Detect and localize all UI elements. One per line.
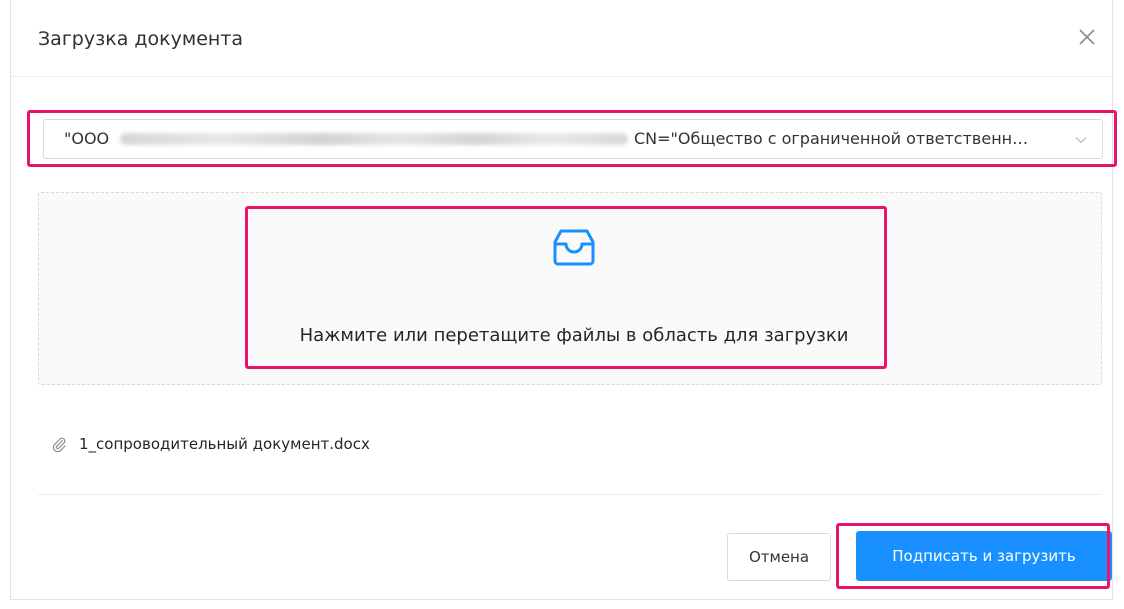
inbox-icon <box>553 229 595 266</box>
certificate-cn: CN="Общество с ограниченной ответственн… <box>634 129 1029 148</box>
attached-file-name: 1_сопроводительный документ.docx <box>79 435 370 453</box>
sign-and-upload-button[interactable]: Подписать и загрузить <box>856 531 1112 581</box>
dropzone-hint: Нажмите или перетащите файлы в область д… <box>299 325 849 346</box>
certificate-select[interactable]: "ООО CN="Общество с ограниченной ответст… <box>43 119 1103 159</box>
upload-dropzone[interactable] <box>38 192 1102 385</box>
upload-document-dialog: Загрузка документа "ООО CN="Общество с о… <box>10 0 1113 600</box>
certificate-prefix: "ООО <box>64 129 110 148</box>
close-icon <box>1079 29 1095 45</box>
close-button[interactable] <box>1074 24 1100 50</box>
footer-divider <box>38 494 1102 495</box>
paperclip-icon <box>52 437 66 452</box>
dialog-title: Загрузка документа <box>38 28 244 50</box>
cancel-button[interactable]: Отмена <box>727 533 831 581</box>
dialog-header: Загрузка документа <box>11 0 1112 77</box>
chevron-down-icon <box>1075 137 1087 144</box>
certificate-redacted-details <box>120 133 628 145</box>
attached-file-item[interactable]: 1_сопроводительный документ.docx <box>51 432 370 456</box>
